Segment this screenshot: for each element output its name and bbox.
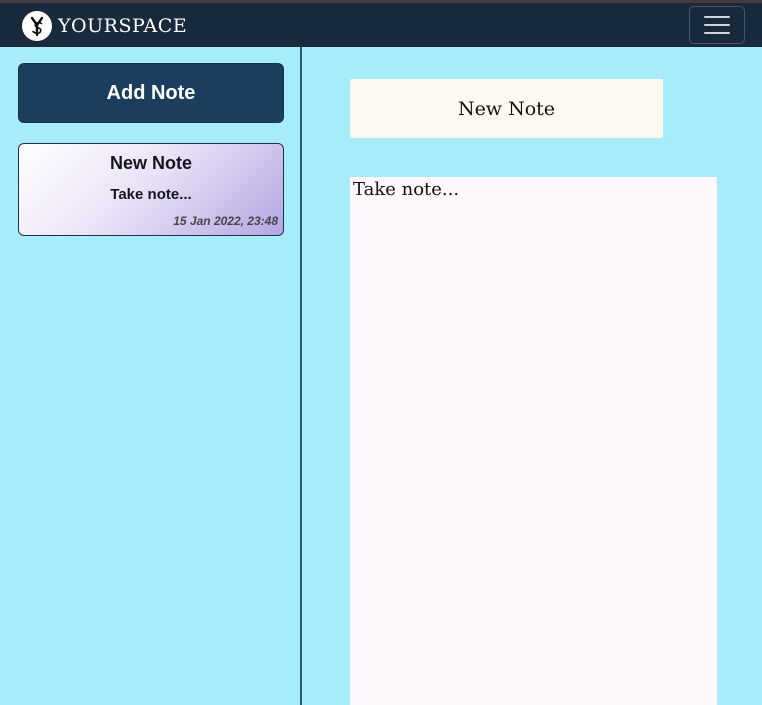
note-body-textarea[interactable]: Take note... <box>350 177 717 705</box>
menu-toggle-button[interactable] <box>689 6 745 44</box>
note-item-date: 15 Jan 2022, 23:48 <box>173 214 278 228</box>
note-editor: Take note... <box>302 47 762 705</box>
add-note-button[interactable]: Add Note <box>18 63 284 123</box>
hamburger-icon-line <box>704 32 730 34</box>
brand[interactable]: YOURSPACE <box>22 10 187 42</box>
navbar: YOURSPACE <box>0 3 762 47</box>
ys-monogram-icon <box>22 11 52 41</box>
hamburger-icon <box>704 16 730 18</box>
brand-name: YOURSPACE <box>58 15 188 37</box>
note-list-item[interactable]: New Note Take note... 15 Jan 2022, 23:48 <box>18 143 284 236</box>
sidebar: Add Note New Note Take note... 15 Jan 20… <box>2 47 300 705</box>
hamburger-icon-line <box>704 24 730 26</box>
note-item-title: New Note <box>109 153 192 173</box>
note-item-preview: Take note... <box>110 186 192 203</box>
note-title-input[interactable] <box>350 79 663 138</box>
